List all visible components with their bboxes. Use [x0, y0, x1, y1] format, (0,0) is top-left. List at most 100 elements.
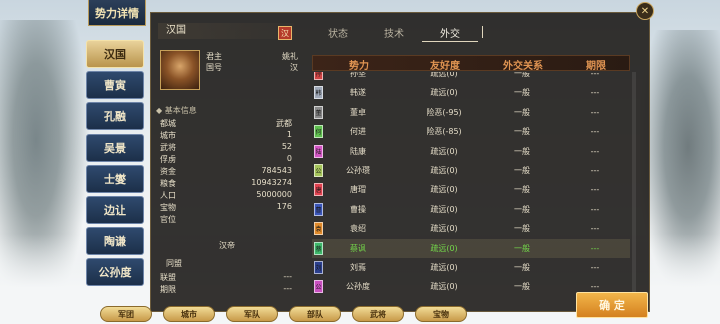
nation-flag-icon: 汉 — [278, 26, 292, 40]
friendship-cell: 疏远(0) — [430, 243, 458, 253]
tab-0[interactable]: 状态 — [310, 22, 366, 42]
scrollbar[interactable] — [632, 72, 636, 298]
table-row[interactable]: 唐唐瑁 疏远(0) 一般 --- — [312, 180, 630, 199]
close-icon[interactable]: ✕ — [636, 2, 654, 20]
emperor-row: 汉帝 — [152, 240, 302, 250]
bottom-nav-button[interactable]: 军团 — [100, 306, 152, 322]
emperor-label: 汉帝 — [219, 241, 235, 250]
relation-cell: 一般 — [514, 224, 530, 234]
table-row[interactable]: 董董卓 险恶(-95) 一般 --- — [312, 103, 630, 122]
faction-item[interactable]: 边让 — [86, 195, 144, 224]
bottom-nav-button[interactable]: 军队 — [226, 306, 278, 322]
table-row[interactable]: 陆陆康 疏远(0) 一般 --- — [312, 142, 630, 161]
table-row[interactable]: 刘刘焉 疏远(0) 一般 --- — [312, 258, 630, 277]
tab-bar: 状态 技术 外交 — [310, 22, 630, 42]
ruler-row: 君主 姚礼 — [206, 51, 298, 61]
alliance-row: 期限 --- — [160, 284, 292, 294]
tab-1[interactable]: 技术 — [366, 22, 422, 42]
table-row[interactable]: 曹曹操 疏远(0) 一般 --- — [312, 200, 630, 219]
faction-name-cell: 董卓 — [350, 107, 366, 117]
faction-item[interactable]: 汉国 — [86, 40, 144, 68]
faction-name-cell: 唐瑁 — [350, 185, 366, 195]
column-header[interactable]: 外交关系 — [485, 56, 561, 72]
table-row[interactable]: 何何进 险恶(-85) 一般 --- — [312, 122, 630, 141]
basic-info-label: 武将 — [160, 143, 176, 152]
faction-item[interactable]: 士燮 — [86, 164, 144, 193]
column-header[interactable]: 势力 — [313, 56, 405, 72]
basic-info-label: 俘虏 — [160, 155, 176, 164]
faction-name-cell: 公孙度 — [346, 282, 370, 292]
relation-cell: 一般 — [514, 88, 530, 98]
table-row[interactable]: 孙孙坚 疏远(0) 一般 --- — [312, 72, 630, 83]
basic-info-value: 176 — [276, 202, 292, 211]
column-header[interactable]: 期限 — [561, 56, 631, 72]
tab-separator — [482, 26, 483, 38]
title-label: 国号 — [206, 63, 222, 72]
friendship-cell: 险恶(-95) — [426, 107, 462, 117]
page-title: 势力详情 — [88, 0, 146, 26]
faction-name-cell: 刘焉 — [350, 263, 366, 272]
faction-item[interactable]: 吴景 — [86, 133, 144, 162]
basic-info-row: 武将 52 — [160, 142, 292, 152]
table-row[interactable]: 袁袁绍 疏远(0) 一般 --- — [312, 219, 630, 238]
term-cell: --- — [590, 204, 600, 214]
bottom-nav: 军团 城市 军队 部队 武将 宝物 — [100, 306, 570, 324]
faction-name-cell: 袁绍 — [350, 224, 366, 234]
faction-name-cell: 韩遂 — [350, 88, 366, 98]
faction-item[interactable]: 公孙度 — [86, 258, 144, 287]
relation-cell: 一般 — [514, 107, 530, 117]
friendship-cell: 疏远(0) — [430, 204, 458, 214]
basic-info-row: 资金 784543 — [160, 166, 292, 176]
term-cell: --- — [590, 166, 600, 175]
faction-item[interactable]: 陶谦 — [86, 227, 144, 256]
term-cell: --- — [590, 146, 600, 156]
relation-cell: 一般 — [514, 282, 530, 292]
faction-name-cell: 曹操 — [350, 204, 366, 214]
term-cell: --- — [590, 263, 600, 272]
bottom-nav-button[interactable]: 城市 — [163, 306, 215, 322]
basic-info-value: 武都 — [276, 119, 292, 128]
term-cell: --- — [590, 72, 600, 78]
basic-info-value: 1 — [286, 130, 292, 139]
faction-name-cell: 何进 — [350, 127, 366, 137]
friendship-cell: 疏远(0) — [430, 166, 458, 175]
friendship-cell: 疏远(0) — [430, 146, 458, 156]
bottom-nav-button[interactable]: 宝物 — [415, 306, 467, 322]
basic-info-label: 粮食 — [160, 179, 176, 188]
basic-info-row: 城市 1 — [160, 130, 292, 140]
term-cell: --- — [590, 88, 600, 98]
nation-info-panel: 汉国 汉 君主 姚礼 国号 汉 ◆ 基本信息 都城 武都 城市 1 武将 52 俘虏 0 资金 7… — [152, 20, 302, 300]
faction-list: 汉国曹寅 孔融 吴景 士燮 边让陶谦 公孙度 — [86, 40, 146, 290]
basic-info-label: 宝物 — [160, 203, 176, 212]
basic-info-row: 俘虏 0 — [160, 154, 292, 164]
basic-info-value: 10943274 — [251, 178, 292, 187]
column-header[interactable]: 友好度 — [405, 56, 485, 72]
friendship-cell: 险恶(-85) — [426, 127, 462, 137]
confirm-button[interactable]: 确 定 — [576, 292, 648, 318]
title-row: 国号 汉 — [206, 62, 298, 72]
term-cell: --- — [590, 127, 600, 137]
friendship-cell: 疏远(0) — [430, 263, 458, 272]
basic-info-value: 0 — [286, 154, 292, 163]
friendship-cell: 疏远(0) — [430, 72, 458, 78]
basic-info-row: 宝物 176 — [160, 202, 292, 212]
basic-info-row: 都城 武都 — [160, 118, 292, 128]
table-row[interactable]: 蔡蔡讽 疏远(0) 一般 --- — [312, 238, 630, 258]
table-row[interactable]: 公公孙瓒 疏远(0) 一般 --- — [312, 161, 630, 180]
term-cell: --- — [590, 224, 600, 234]
tab-2[interactable]: 外交 — [422, 22, 478, 42]
term-cell: --- — [590, 185, 600, 195]
faction-item[interactable]: 曹寅 — [86, 71, 144, 100]
basic-info-label: 人口 — [160, 191, 176, 200]
basic-info-title: ◆ 基本信息 — [156, 106, 197, 115]
relation-cell: 一般 — [514, 185, 530, 195]
alliance-title: 同盟 — [166, 259, 182, 268]
basic-info-row: 粮食 10943274 — [160, 178, 292, 188]
relation-cell: 一般 — [514, 72, 530, 78]
faction-item[interactable]: 孔融 — [86, 102, 144, 131]
bottom-nav-button[interactable]: 武将 — [352, 306, 404, 322]
alliance-title-row: 同盟 — [166, 258, 226, 268]
table-row[interactable]: 韩韩遂 疏远(0) 一般 --- — [312, 83, 630, 102]
basic-info-label: 城市 — [160, 131, 176, 140]
bottom-nav-button[interactable]: 部队 — [289, 306, 341, 322]
